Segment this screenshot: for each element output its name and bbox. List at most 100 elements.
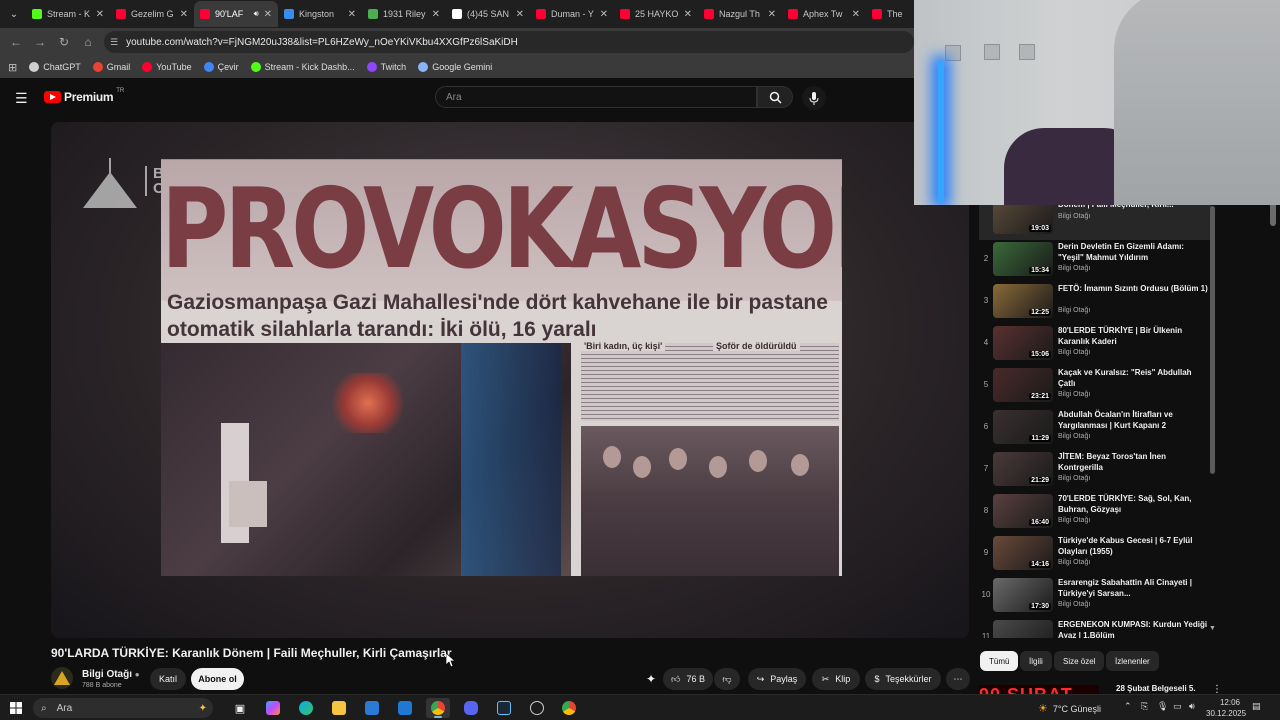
search-input[interactable]: Ara (435, 86, 757, 108)
browser-tab[interactable]: Stream - K ✕ (26, 1, 110, 27)
playlist-thumbnail[interactable]: 19:03 (993, 200, 1053, 234)
playlist-thumbnail[interactable]: 15:06 (993, 326, 1053, 360)
close-tab-icon[interactable]: ✕ (348, 9, 356, 20)
file-explorer-button[interactable] (327, 698, 351, 718)
close-tab-icon[interactable]: ✕ (432, 9, 440, 20)
filter-chip[interactable]: İlgili (1020, 651, 1052, 671)
home-icon[interactable]: ⌂ (76, 35, 100, 49)
browser-tab[interactable]: 25 HAYKO ✕ (614, 1, 698, 27)
apps-grid-icon[interactable]: ⊞ (8, 61, 17, 74)
youtube-premium-logo[interactable]: Premium TR (44, 88, 124, 104)
ask-ai-button[interactable]: ✦ (640, 668, 662, 690)
close-tab-icon[interactable]: ✕ (180, 9, 188, 20)
network-icon[interactable]: ▭ (1173, 701, 1182, 712)
browser-tab[interactable]: 90'LAF 🔊︎ ✕ (194, 1, 278, 27)
bookmark-item[interactable]: ChatGPT (29, 62, 81, 72)
join-button[interactable]: Katıl (150, 668, 186, 690)
filter-chip[interactable]: Size özel (1054, 651, 1105, 671)
playlist-item[interactable]: 6 11:29 Abdullah Öcalan'ın İtirafları ve… (979, 408, 1211, 450)
start-button[interactable] (4, 698, 28, 718)
bookmark-item[interactable]: YouTube (142, 62, 192, 72)
playlist-item[interactable]: 4 15:06 80'LERDE TÜRKİYE | Bir Ülkenin K… (979, 324, 1211, 366)
browser-tab[interactable]: (4)45 SAN ✕ (446, 1, 530, 27)
bookmark-item[interactable]: Stream - Kick Dashb... (250, 62, 355, 72)
bookmark-item[interactable]: Çevir (203, 62, 239, 72)
playlist-scrollbar[interactable] (1210, 206, 1215, 474)
address-bar[interactable]: ☰ youtube.com/watch?v=FjNGM20uJ38&list=P… (104, 31, 914, 53)
browser-tab[interactable]: Gezelim G ✕ (110, 1, 194, 27)
copilot-button[interactable] (261, 698, 285, 718)
scroll-down-arrow-icon[interactable]: ▼ (1209, 625, 1216, 632)
close-tab-icon[interactable]: ✕ (516, 9, 524, 20)
playlist-thumbnail[interactable]: 17:30 (993, 578, 1053, 612)
mail-button[interactable] (393, 698, 417, 718)
browser-tab[interactable]: Nazgul Th ✕ (698, 1, 782, 27)
taskbar-search[interactable]: ⌕ Ara ✦ (33, 698, 213, 718)
close-tab-icon[interactable]: ✕ (264, 9, 272, 20)
browser-tab[interactable]: 1931 Riley ✕ (362, 1, 446, 27)
share-button[interactable]: ↪ Paylaş (748, 668, 806, 690)
playlist-thumbnail[interactable]: 12:25 (993, 284, 1053, 318)
playlist-thumbnail[interactable]: 14:16 (993, 536, 1053, 570)
playlist-thumbnail[interactable]: 21:29 (993, 452, 1053, 486)
playlist-thumbnail[interactable]: 24:00 (993, 620, 1053, 638)
app-button[interactable] (525, 698, 549, 718)
playlist-item[interactable]: 7 21:29 JİTEM: Beyaz Toros'tan İnen Kont… (979, 450, 1211, 492)
chrome-button[interactable] (426, 698, 450, 718)
video-player[interactable]: BILGI OTAĞI PROVOKASYON Gaziosmanpaşa Ga… (51, 122, 969, 638)
bookmark-item[interactable]: Google Gemini (418, 62, 492, 72)
tab-search-chevron-icon[interactable]: ⌄ (2, 3, 26, 25)
clip-button[interactable]: ✂ Klip (812, 668, 860, 690)
channel-avatar[interactable] (51, 667, 73, 689)
more-actions-button[interactable]: ⋯ (946, 668, 970, 690)
dislike-button[interactable]: 👎︎ (714, 668, 740, 690)
filter-chip[interactable]: Tümü (980, 651, 1019, 671)
browser-tab[interactable]: Duman - Y ✕ (530, 1, 614, 27)
reload-icon[interactable]: ↻ (52, 35, 76, 49)
task-view-button[interactable]: ▣ (228, 698, 252, 718)
weather-widget[interactable]: ☀ 7°C Güneşli (1038, 702, 1101, 715)
voice-search-button[interactable] (802, 86, 826, 110)
steam-button[interactable] (492, 698, 516, 718)
channel-name[interactable]: Bilgi Otağı ● (82, 669, 140, 680)
chrome-second-button[interactable] (557, 698, 581, 718)
playlist-item[interactable]: 2 15:34 Derin Devletin En Gizemli Adamı:… (979, 240, 1211, 282)
close-tab-icon[interactable]: ✕ (684, 9, 692, 20)
close-tab-icon[interactable]: ✕ (852, 9, 860, 20)
discord-button[interactable] (459, 698, 483, 718)
clock[interactable]: 12:06 30.12.2025 (1206, 697, 1246, 719)
mic-tray-icon[interactable]: 🎙︎ (1157, 701, 1168, 712)
usb-icon[interactable]: ⎘ (1141, 701, 1148, 712)
bookmark-item[interactable]: Gmail (92, 62, 130, 72)
playlist-item[interactable]: 11 24:00 ERGENEKON KUMPASI: Kurdun Yediğ… (979, 618, 1211, 638)
browser-tab[interactable]: Aphex Tw ✕ (782, 1, 866, 27)
close-tab-icon[interactable]: ✕ (96, 9, 104, 20)
playlist-item[interactable]: 9 14:16 Türkiye'de Kabus Gecesi | 6-7 Ey… (979, 534, 1211, 576)
playlist-thumbnail[interactable]: 11:29 (993, 410, 1053, 444)
speaker-icon[interactable]: 🔊︎ (254, 9, 259, 19)
playlist-item[interactable]: 10 17:30 Esrarengiz Sabahattin Ali Cinay… (979, 576, 1211, 618)
hamburger-menu-icon[interactable]: ☰ (15, 90, 28, 107)
playlist-thumbnail[interactable]: 23:21 (993, 368, 1053, 402)
next-video-title[interactable]: 28 Şubat Belgeseli 5. (1116, 684, 1196, 693)
edge-button[interactable] (294, 698, 318, 718)
like-button[interactable]: 👍︎ 76 B (663, 668, 713, 690)
playlist-item[interactable]: 3 12:25 FETÖ: İmamın Sızıntı Ordusu (Böl… (979, 282, 1211, 324)
browser-tab[interactable]: Kingston ✕ (278, 1, 362, 27)
forward-arrow-icon[interactable]: → (28, 35, 52, 49)
playlist-item[interactable]: 5 23:21 Kaçak ve Kuralsız: "Reis" Abdull… (979, 366, 1211, 408)
thanks-button[interactable]: $ Teşekkürler (865, 668, 941, 690)
store-button[interactable] (360, 698, 384, 718)
close-tab-icon[interactable]: ✕ (768, 9, 776, 20)
tray-chevron-icon[interactable]: ⌃ (1124, 701, 1132, 712)
playlist-thumbnail[interactable]: 16:40 (993, 494, 1053, 528)
close-tab-icon[interactable]: ✕ (600, 9, 608, 20)
filter-chip[interactable]: İzlenenler (1106, 651, 1159, 671)
site-info-icon[interactable]: ☰ (110, 37, 118, 48)
search-button[interactable] (757, 86, 793, 108)
playlist-item[interactable]: 8 16:40 70'LERDE TÜRKİYE: Sağ, Sol, Kan,… (979, 492, 1211, 534)
volume-icon[interactable]: 🔊︎ (1189, 701, 1195, 712)
notifications-icon[interactable]: ▤ (1252, 701, 1261, 712)
back-arrow-icon[interactable]: ← (4, 35, 28, 49)
bookmark-item[interactable]: Twitch (366, 62, 406, 72)
